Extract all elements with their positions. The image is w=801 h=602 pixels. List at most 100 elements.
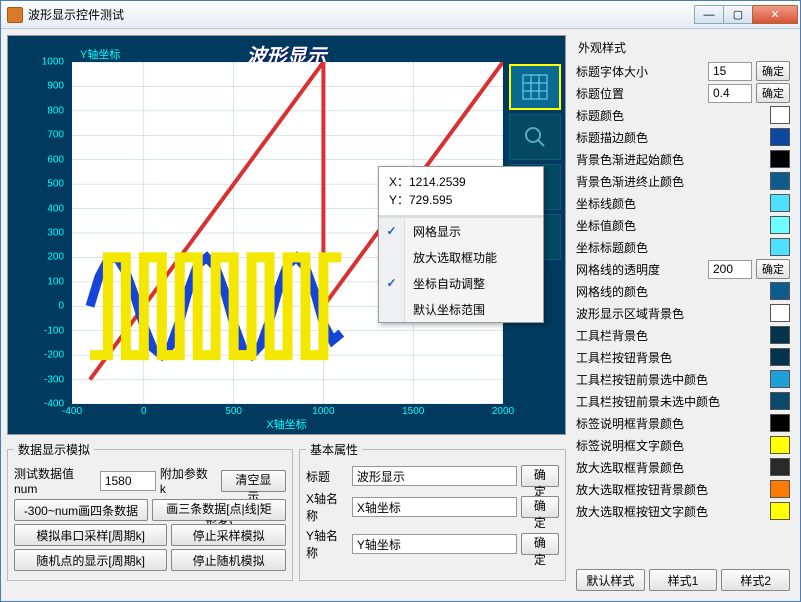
color-swatch-20[interactable]	[770, 502, 790, 520]
props-legend: 基本属性	[306, 441, 362, 458]
appearance-row: 标签说明框文字颜色	[574, 434, 792, 456]
app-icon	[7, 7, 23, 23]
prop-xname-input[interactable]	[352, 497, 517, 517]
appearance-row: 网格线的颜色	[574, 280, 792, 302]
menu-item-0[interactable]: ✓网格显示	[379, 218, 543, 244]
appearance-label: 工具栏背景色	[576, 327, 766, 344]
menu-item-label: 坐标自动调整	[405, 275, 543, 292]
cursor-x: X：1214.2539	[389, 173, 533, 191]
close-button[interactable]: ✕	[752, 5, 798, 24]
appearance-row: 工具栏按钮背景色	[574, 346, 792, 368]
appearance-label: 标签说明框文字颜色	[576, 437, 766, 454]
appearance-ok-1[interactable]: 确定	[756, 83, 790, 103]
appearance-row: 放大选取框背景颜色	[574, 456, 792, 478]
appearance-row: 标题字体大小 确定	[574, 60, 792, 82]
draw4-button[interactable]: -300~num画四条数据	[14, 499, 148, 521]
x-axis-label: X轴坐标	[266, 416, 306, 432]
color-swatch-3[interactable]	[770, 128, 790, 146]
y-axis-label: Y轴坐标	[80, 46, 120, 62]
grid-toggle-button[interactable]	[509, 64, 561, 110]
appearance-label: 网格线的透明度	[576, 261, 704, 278]
titlebar: 波形显示控件测试 — ▢ ✕	[1, 1, 800, 29]
color-swatch-4[interactable]	[770, 150, 790, 168]
color-swatch-6[interactable]	[770, 194, 790, 212]
color-swatch-11[interactable]	[770, 304, 790, 322]
appearance-label: 放大选取框按钮文字颜色	[576, 503, 766, 520]
color-swatch-14[interactable]	[770, 370, 790, 388]
appearance-row: 标签说明框背景颜色	[574, 412, 792, 434]
prop-yname-label: Y轴名称	[306, 527, 348, 561]
appearance-row: 坐标线颜色	[574, 192, 792, 214]
num-label: 测试数据值num	[14, 465, 96, 496]
appearance-row: 波形显示区域背景色	[574, 302, 792, 324]
menu-item-3[interactable]: 默认坐标范围	[379, 296, 543, 322]
color-swatch-17[interactable]	[770, 436, 790, 454]
context-menu: X：1214.2539 Y：729.595 ✓网格显示放大选取框功能✓坐标自动调…	[378, 166, 544, 323]
stop-sample-button[interactable]: 停止采样模拟	[171, 524, 286, 546]
zoom-button[interactable]	[509, 114, 561, 160]
appearance-row: 工具栏按钮前景选中颜色	[574, 368, 792, 390]
menu-item-1[interactable]: 放大选取框功能	[379, 244, 543, 270]
color-swatch-10[interactable]	[770, 282, 790, 300]
appearance-label: 背景色渐进终止颜色	[576, 173, 766, 190]
clear-button[interactable]: 清空显示	[221, 470, 286, 492]
stop-random-button[interactable]: 停止随机模拟	[171, 549, 286, 571]
appearance-label: 背景色渐进起始颜色	[576, 151, 766, 168]
chart-area[interactable]: 波形显示 Y轴坐标 X轴坐标 -400-300-200-100010020030…	[7, 35, 566, 435]
appearance-row: 背景色渐进起始颜色	[574, 148, 792, 170]
appearance-input-1[interactable]	[708, 84, 752, 103]
check-icon	[379, 296, 405, 322]
appearance-label: 标签说明框背景颜色	[576, 415, 766, 432]
appearance-row: 背景色渐进终止颜色	[574, 170, 792, 192]
appearance-input-9[interactable]	[708, 260, 752, 279]
prop-title-input[interactable]	[352, 466, 517, 486]
cursor-coords: X：1214.2539 Y：729.595	[379, 167, 543, 218]
style1-button[interactable]: 样式1	[649, 569, 718, 591]
appearance-label: 网格线的颜色	[576, 283, 766, 300]
appearance-label: 放大选取框按钮背景颜色	[576, 481, 766, 498]
data-sim-group: 数据显示模拟 测试数据值num 附加参数k 清空显示 -300~num画四条数据…	[7, 441, 293, 581]
serial-sample-button[interactable]: 模拟串口采样[周期k]	[14, 524, 167, 546]
menu-item-2[interactable]: ✓坐标自动调整	[379, 270, 543, 296]
prop-xname-label: X轴名称	[306, 490, 348, 524]
color-swatch-18[interactable]	[770, 458, 790, 476]
prop-yname-input[interactable]	[352, 534, 517, 554]
appearance-label: 放大选取框背景颜色	[576, 459, 766, 476]
prop-title-label: 标题	[306, 468, 348, 485]
draw3-button[interactable]: 画三条数据[点|线|矩形条]	[152, 499, 286, 521]
appearance-label: 标题字体大小	[576, 63, 704, 80]
num-input[interactable]	[100, 471, 156, 491]
menu-item-label: 放大选取框功能	[405, 249, 543, 266]
check-icon: ✓	[379, 270, 405, 296]
appearance-ok-0[interactable]: 确定	[756, 61, 790, 81]
style-default-button[interactable]: 默认样式	[576, 569, 645, 591]
appearance-ok-9[interactable]: 确定	[756, 259, 790, 279]
color-swatch-2[interactable]	[770, 106, 790, 124]
menu-item-label: 网格显示	[405, 223, 543, 240]
check-icon: ✓	[379, 218, 405, 244]
color-swatch-19[interactable]	[770, 480, 790, 498]
color-swatch-15[interactable]	[770, 392, 790, 410]
appearance-input-0[interactable]	[708, 62, 752, 81]
color-swatch-5[interactable]	[770, 172, 790, 190]
prop-yname-ok[interactable]: 确定	[521, 533, 559, 555]
x-ticks: -4000500100015002000	[72, 406, 503, 418]
appearance-row: 坐标值颜色	[574, 214, 792, 236]
prop-title-ok[interactable]: 确定	[521, 465, 559, 487]
color-swatch-8[interactable]	[770, 238, 790, 256]
random-button[interactable]: 随机点的显示[周期k]	[14, 549, 167, 571]
appearance-row: 工具栏按钮前景未选中颜色	[574, 390, 792, 412]
appearance-label: 工具栏按钮背景色	[576, 349, 766, 366]
color-swatch-16[interactable]	[770, 414, 790, 432]
appearance-row: 工具栏背景色	[574, 324, 792, 346]
color-swatch-13[interactable]	[770, 348, 790, 366]
appearance-row: 放大选取框按钮文字颜色	[574, 500, 792, 522]
menu-item-label: 默认坐标范围	[405, 301, 543, 318]
maximize-button[interactable]: ▢	[723, 5, 753, 24]
minimize-button[interactable]: —	[694, 5, 724, 24]
appearance-row: 放大选取框按钮背景颜色	[574, 478, 792, 500]
color-swatch-7[interactable]	[770, 216, 790, 234]
color-swatch-12[interactable]	[770, 326, 790, 344]
prop-xname-ok[interactable]: 确定	[521, 496, 559, 518]
style2-button[interactable]: 样式2	[721, 569, 790, 591]
